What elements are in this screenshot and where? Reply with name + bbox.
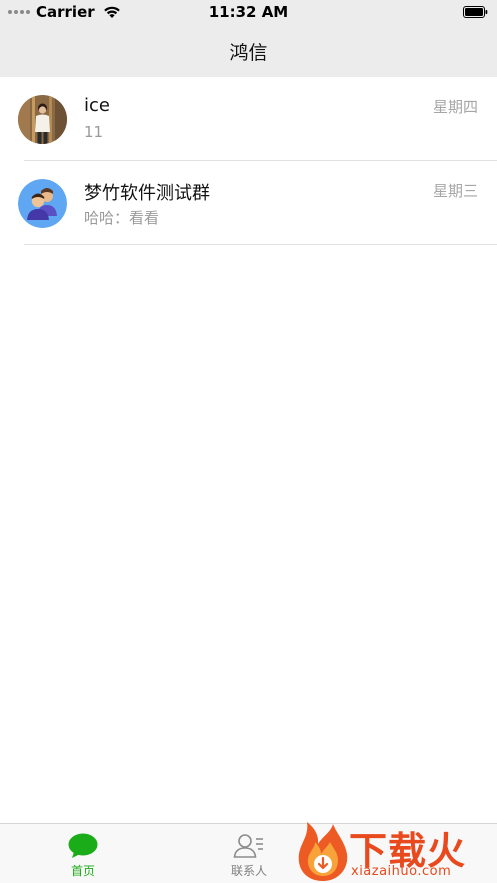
tab-home[interactable]: 首页 xyxy=(0,824,166,883)
chat-name: ice xyxy=(84,95,110,116)
chat-time: 星期四 xyxy=(432,98,478,116)
person-photo-avatar xyxy=(18,95,67,144)
page-title: 鸿信 xyxy=(229,42,268,64)
app-screen: Carrier 11:32 AM 鸿信 ice 11 星期四 梦竹软件测试群 哈… xyxy=(0,0,497,883)
navigation-bar: 鸿信 xyxy=(0,26,497,77)
contacts-icon xyxy=(233,834,263,858)
group-avatar xyxy=(18,179,67,228)
chat-list: ice 11 星期四 梦竹软件测试群 哈哈：看看 星期三 xyxy=(0,77,497,245)
status-bar: Carrier 11:32 AM xyxy=(0,0,497,26)
chat-bubble-icon xyxy=(68,833,98,858)
chat-time: 星期三 xyxy=(432,182,478,200)
watermark-url: xiazaihuo.com xyxy=(351,864,452,879)
chat-name: 梦竹软件测试群 xyxy=(84,183,210,204)
status-time: 11:32 AM xyxy=(208,3,289,21)
watermark: 下载火 xiazaihuo.com xyxy=(293,818,497,883)
battery-icon xyxy=(463,6,488,18)
flame-logo-icon xyxy=(298,822,348,881)
chat-preview: 11 xyxy=(84,123,104,141)
chat-row-group[interactable]: 梦竹软件测试群 哈哈：看看 星期三 xyxy=(0,161,497,245)
row-divider xyxy=(24,244,497,245)
chat-row-ice[interactable]: ice 11 星期四 xyxy=(0,77,497,161)
chat-preview: 哈哈：看看 xyxy=(84,209,160,227)
tab-home-label: 首页 xyxy=(70,864,95,878)
